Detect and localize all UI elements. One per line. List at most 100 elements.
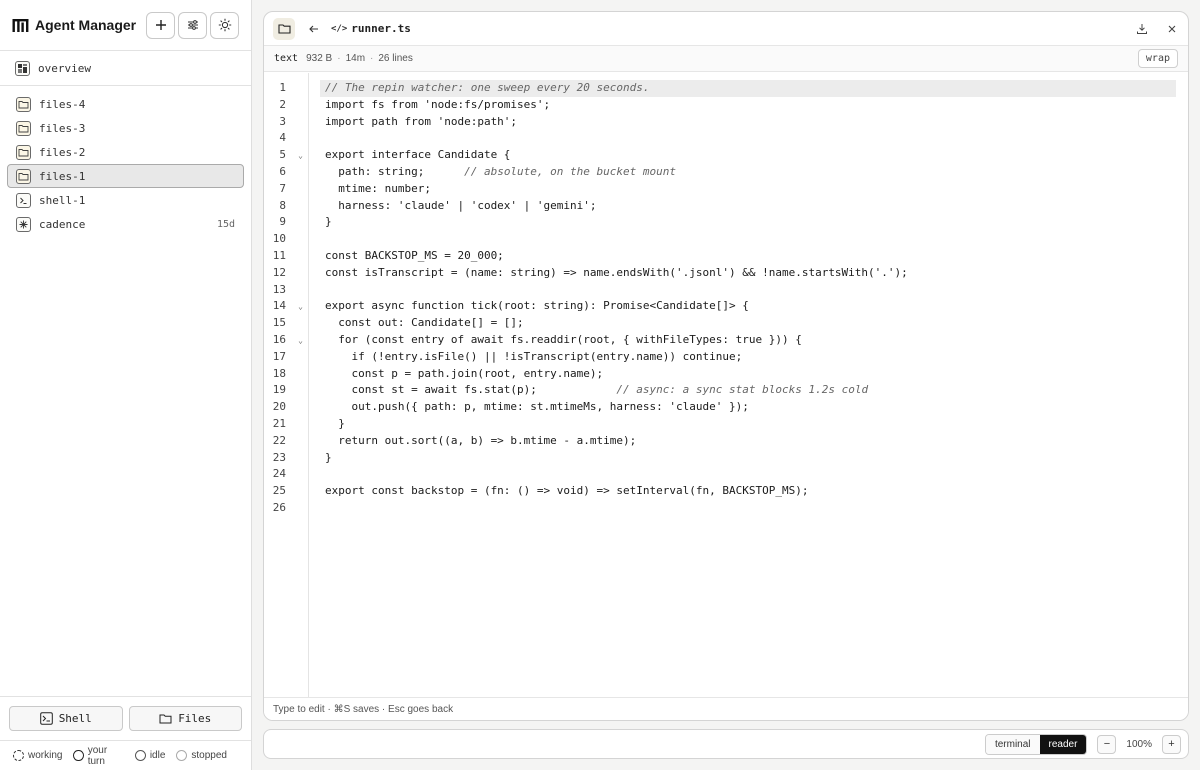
meta-separator: · — [370, 53, 374, 64]
settings-button[interactable] — [178, 11, 207, 39]
file-age: 14m — [345, 53, 366, 64]
sidebar-item-label: shell-1 — [39, 193, 86, 207]
sidebar-item-files-3[interactable]: files-3 — [7, 116, 244, 140]
terminal-icon — [16, 192, 31, 208]
line-number: 10 — [272, 232, 286, 246]
sidebar-item-label: files-3 — [39, 121, 86, 135]
code-content[interactable]: // The repin watcher: one sweep every 20… — [309, 73, 1188, 697]
code-line: } — [325, 215, 332, 229]
line-number: 8 — [279, 198, 286, 212]
plus-icon — [155, 20, 166, 30]
download-icon[interactable] — [1136, 23, 1148, 35]
line-number: 15 — [272, 316, 286, 330]
code-file-icon: </> — [331, 23, 348, 34]
zoom-out-button[interactable]: − — [1097, 734, 1117, 754]
sidebar-item-label: cadence — [39, 217, 86, 231]
view-mode-bar: terminal reader − 100% + — [263, 729, 1189, 759]
folder-icon — [159, 714, 172, 724]
wrap-toggle-button[interactable]: wrap — [1137, 49, 1178, 68]
code-line: mtime: number; — [325, 181, 431, 195]
sliders-icon — [187, 20, 198, 30]
your-turn-status-icon — [73, 750, 84, 761]
legend-stopped: stopped — [176, 750, 227, 761]
line-number: 19 — [272, 383, 286, 397]
code-editor[interactable]: 1 2 3 4 5 ⌄ 6 7 8 9 10 11 12 13 14 ⌄ 15 16 ⌄ 17 18 19 20 21 22 23… — [264, 73, 1188, 697]
fold-chevron-icon[interactable]: ⌄ — [298, 148, 303, 165]
sidebar-item-shell-1[interactable]: shell-1 — [7, 188, 244, 212]
line-number: 7 — [279, 181, 286, 195]
code-line: for (const entry of await fs.readdir(roo… — [325, 332, 802, 346]
overview-label: overview — [38, 61, 91, 75]
agent-manager-logo-icon — [12, 18, 29, 32]
zoom-in-button[interactable]: + — [1162, 734, 1181, 754]
code-line: path: string; // absolute, on the bucket… — [325, 164, 676, 178]
fold-chevron-icon[interactable]: ⌄ — [298, 299, 303, 316]
line-number: 26 — [272, 500, 286, 514]
code-line: export async function tick(root: string)… — [325, 299, 749, 313]
new-shell-button[interactable]: Shell — [9, 706, 123, 731]
sidebar-footer: Shell Files working your turn idle stopp… — [0, 696, 251, 770]
sidebar-item-label: files-1 — [39, 169, 86, 183]
line-number: 24 — [272, 467, 286, 481]
meta-separator: · — [337, 53, 341, 64]
legend-label: working — [28, 750, 63, 761]
code-line: import fs from 'node:fs/promises'; — [325, 97, 551, 111]
sidebar-item-badge: 15d — [216, 218, 235, 230]
code-line: const BACKSTOP_MS = 20_000; — [325, 248, 504, 262]
sun-icon — [218, 18, 231, 32]
sidebar-header: Agent Manager — [0, 0, 251, 51]
line-number: 23 — [272, 450, 286, 464]
code-line: import path from 'node:path'; — [325, 114, 518, 128]
fold-chevron-icon[interactable]: ⌄ — [298, 333, 303, 350]
sidebar-item-files-2[interactable]: files-2 — [7, 140, 244, 164]
line-number: 16 ⌄ — [264, 332, 308, 349]
new-session-buttons: Shell Files — [0, 696, 251, 740]
code-line: } — [325, 450, 332, 464]
asterisk-icon — [16, 216, 31, 232]
legend-label: your turn — [87, 744, 108, 767]
new-files-button[interactable]: Files — [128, 706, 242, 731]
line-number: 9 — [279, 215, 286, 229]
folder-icon — [16, 96, 31, 112]
code-line: return out.sort((a, b) => b.mtime - a.mt… — [325, 433, 637, 447]
line-number: 14 ⌄ — [264, 298, 308, 315]
zoom-level: 100% — [1126, 738, 1152, 750]
line-number: 18 — [272, 366, 286, 380]
file-name: runner.ts — [351, 22, 411, 35]
legend-label: idle — [149, 750, 166, 761]
theme-toggle-button[interactable] — [210, 11, 239, 39]
line-number: 5 ⌄ — [264, 147, 308, 164]
sidebar-item-overview[interactable]: overview — [0, 51, 251, 86]
legend-your-turn: your turn — [73, 745, 123, 767]
folder-icon — [16, 144, 31, 160]
new-agent-button[interactable] — [146, 11, 175, 39]
status-legend: working your turn idle stopped — [0, 740, 251, 770]
browse-folder-button[interactable] — [273, 17, 295, 40]
session-list: files-4 files-3 files-2 files-1 shell-1 … — [0, 86, 251, 236]
code-line: const p = path.join(root, entry.name); — [325, 366, 604, 380]
working-status-icon — [13, 750, 24, 761]
line-number: 17 — [272, 349, 286, 363]
line-number: 6 — [279, 164, 286, 178]
file-viewer-panel: </> runner.ts text 932 B · 14m · 26 line… — [263, 11, 1189, 721]
legend-working: working — [13, 750, 62, 761]
shell-button-label: Shell — [58, 712, 92, 725]
overview-icon — [15, 60, 30, 76]
reader-mode-button[interactable]: reader — [1039, 734, 1087, 754]
app-title: Agent Manager — [35, 17, 137, 33]
sidebar-item-files-4[interactable]: files-4 — [7, 92, 244, 116]
line-number: 21 — [272, 416, 286, 430]
terminal-mode-button[interactable]: terminal — [985, 734, 1040, 754]
back-arrow-icon[interactable] — [307, 22, 321, 36]
code-line: const out: Candidate[] = []; — [325, 316, 524, 330]
folder-icon — [16, 168, 31, 184]
line-number: 2 — [279, 97, 286, 111]
sidebar-item-files-1[interactable]: files-1 — [7, 164, 244, 188]
close-icon[interactable] — [1166, 23, 1178, 35]
line-number: 4 — [279, 131, 286, 145]
sidebar-item-cadence[interactable]: cadence 15d — [7, 212, 244, 236]
